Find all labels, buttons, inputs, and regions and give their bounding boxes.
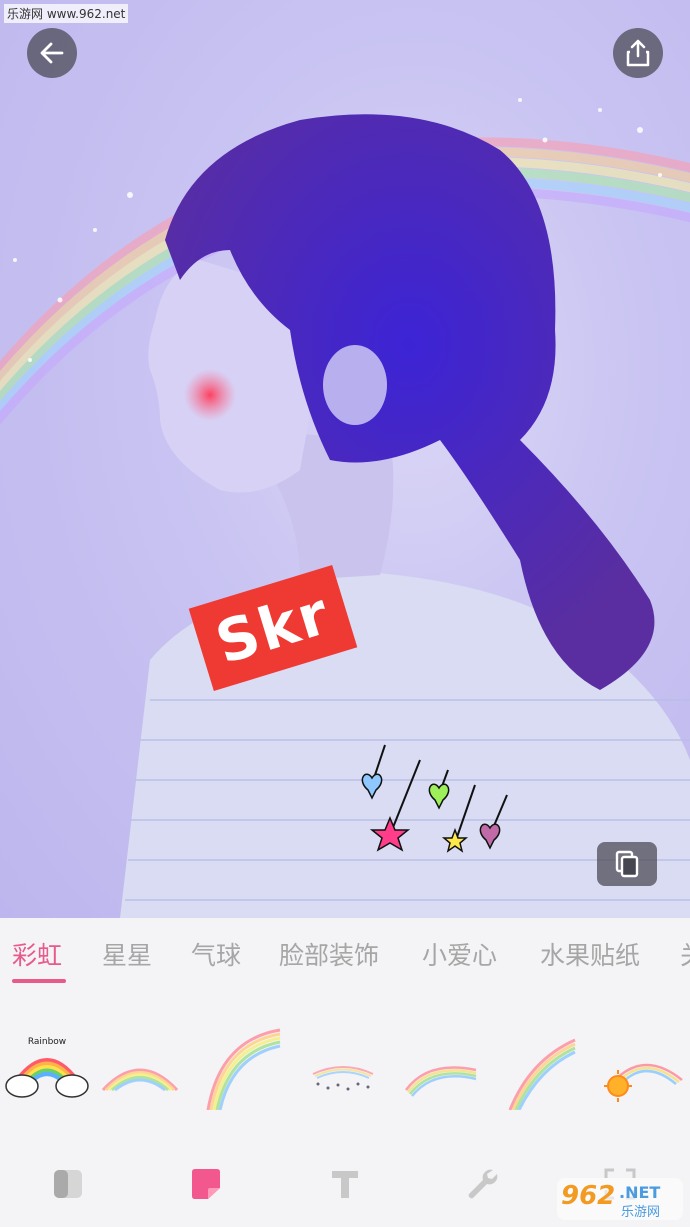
- arrow-left-icon: [40, 42, 64, 64]
- tab-hearts[interactable]: 小爱心: [422, 936, 497, 972]
- text-icon: [332, 1171, 358, 1198]
- rainbow-cloud-sticker[interactable]: Rainbow: [2, 1010, 92, 1110]
- share-upload-icon: [626, 39, 650, 67]
- tab-more[interactable]: 关: [680, 936, 690, 972]
- tab-face-decor[interactable]: 脸部装饰: [279, 936, 379, 972]
- photo-scene: [0, 98, 690, 918]
- rainbow-sun-sticker[interactable]: [600, 1010, 690, 1110]
- watermark-text: 乐游网 www.962.net: [4, 4, 129, 23]
- sticker-button[interactable]: [186, 1164, 226, 1204]
- adjust-button[interactable]: [462, 1164, 502, 1204]
- rainbow-thin-arc-sticker[interactable]: [398, 1010, 488, 1110]
- site-logo-watermark: 962 .NET 乐游网: [557, 1178, 683, 1220]
- wrench-icon: [468, 1169, 498, 1199]
- back-button[interactable]: [27, 28, 77, 78]
- rainbow-diagonal-sticker[interactable]: [500, 1010, 590, 1111]
- filter-icon: [54, 1170, 82, 1198]
- category-tabs: 彩虹 星星 气球 脸部装饰 小爱心 水果贴纸 关: [0, 918, 690, 988]
- share-button[interactable]: [613, 28, 663, 78]
- duplicate-button[interactable]: [597, 842, 657, 886]
- sticker-strip: Rainbow: [0, 988, 690, 1138]
- tab-stars[interactable]: 星星: [102, 936, 152, 972]
- duplicate-icon: [615, 850, 639, 878]
- active-tab-indicator: [12, 979, 66, 983]
- tab-fruit-stickers[interactable]: 水果贴纸: [540, 936, 640, 972]
- tab-balloons[interactable]: 气球: [191, 936, 241, 972]
- filter-button[interactable]: [48, 1164, 88, 1204]
- sticker-icon: [192, 1169, 220, 1199]
- photo-canvas[interactable]: 乐游网 www.962.net Skr: [0, 0, 690, 918]
- rainbow-sparkle-sticker[interactable]: [298, 1010, 388, 1110]
- tab-rainbow[interactable]: 彩虹: [12, 936, 62, 972]
- rainbow-arc-sticker[interactable]: [95, 1010, 185, 1110]
- rainbow-label: Rainbow: [28, 1037, 66, 1047]
- rainbow-large-arc-sticker[interactable]: [200, 1010, 290, 1111]
- text-button[interactable]: [325, 1164, 365, 1204]
- svg-text:乐游网: 乐游网: [621, 1205, 660, 1220]
- svg-text:.NET: .NET: [619, 1183, 660, 1202]
- svg-text:962: 962: [561, 1181, 615, 1211]
